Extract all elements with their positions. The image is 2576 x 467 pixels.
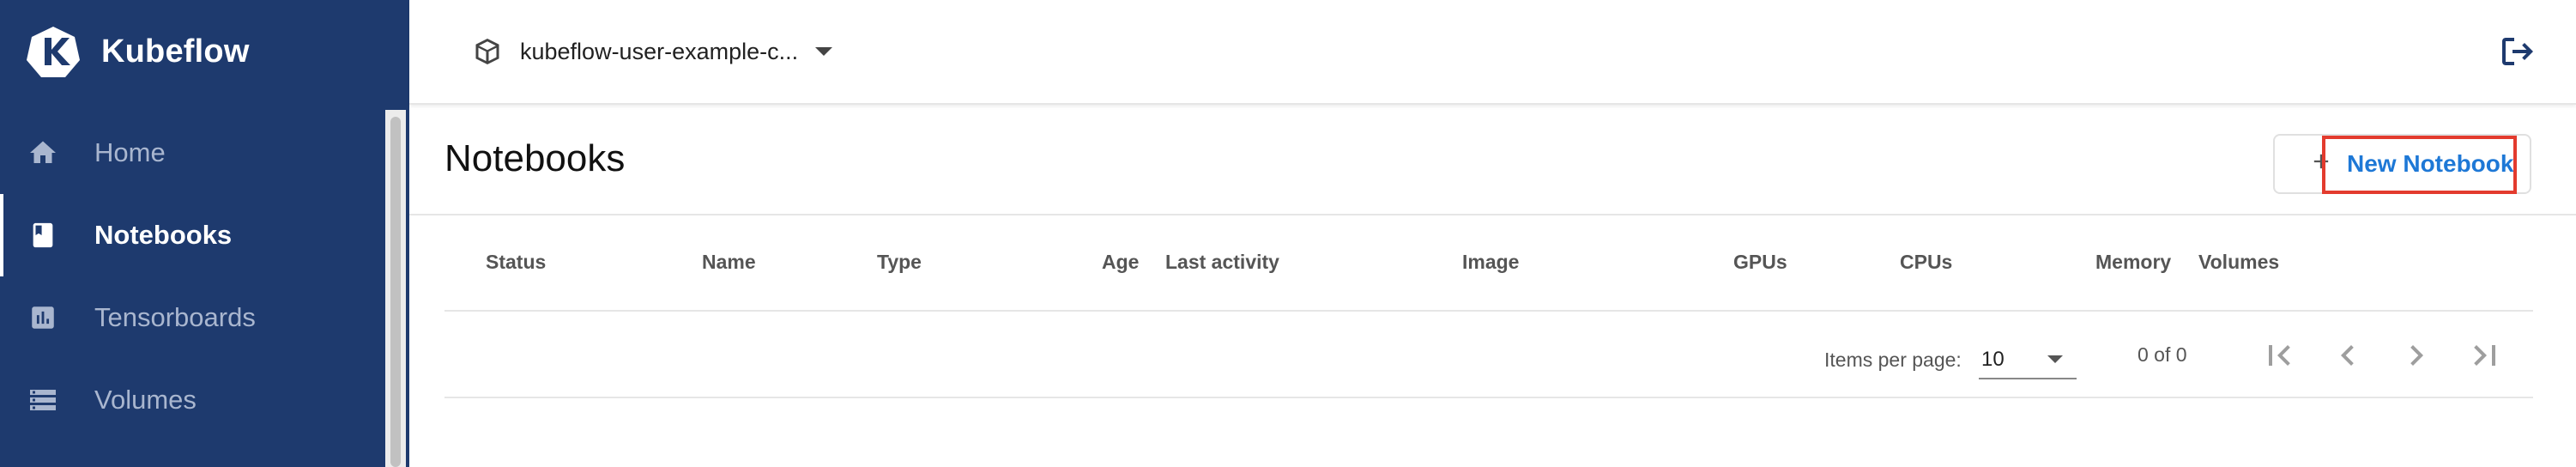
sidebar-item-label: Home	[94, 137, 166, 167]
sidebar: Kubeflow Home Notebooks Tensorboards Vol…	[0, 0, 409, 467]
sidebar-item-tensorboards[interactable]: Tensorboards	[0, 276, 385, 359]
column-header-status[interactable]: Status	[486, 251, 546, 274]
kubeflow-logo-icon	[27, 27, 80, 77]
brand[interactable]: Kubeflow	[26, 24, 250, 79]
column-header-volumes[interactable]: Volumes	[2198, 251, 2279, 274]
bar-chart-icon	[26, 300, 60, 335]
sidebar-scrollbar[interactable]	[385, 110, 406, 467]
new-notebook-button[interactable]: New Notebook	[2273, 134, 2531, 194]
sidebar-item-label: Tensorboards	[94, 302, 256, 332]
logout-button[interactable]	[2497, 31, 2538, 72]
app-title: Kubeflow	[101, 33, 250, 70]
next-page-button[interactable]	[2396, 335, 2437, 376]
plus-icon	[2313, 154, 2329, 169]
storage-icon	[26, 383, 60, 417]
previous-page-button[interactable]	[2327, 335, 2368, 376]
page-range-label: 0 of 0	[2138, 343, 2187, 366]
last-page-button[interactable]	[2464, 335, 2506, 376]
sidebar-item-notebooks[interactable]: Notebooks	[0, 194, 385, 276]
namespace-label: kubeflow-user-example-c...	[520, 38, 799, 64]
sidebar-item-label: Volumes	[94, 385, 197, 415]
namespace-selector[interactable]: kubeflow-user-example-c...	[472, 33, 833, 70]
sidebar-item-volumes[interactable]: Volumes	[0, 359, 385, 441]
last-page-icon	[2474, 345, 2495, 366]
items-per-page-select[interactable]: 10	[1979, 340, 2077, 379]
chevron-down-icon	[815, 47, 833, 56]
items-per-page-value: 10	[1981, 348, 2005, 371]
divider	[409, 214, 2576, 215]
top-bar: kubeflow-user-example-c...	[409, 0, 2576, 105]
sidebar-item-label: Notebooks	[94, 220, 233, 250]
column-header-name[interactable]: Name	[702, 251, 756, 274]
first-page-icon	[2269, 345, 2290, 366]
sidebar-item-home[interactable]: Home	[0, 112, 385, 194]
items-per-page-label: Items per page:	[1824, 349, 1962, 371]
chevron-left-icon	[2341, 345, 2354, 366]
home-icon	[26, 136, 60, 170]
column-header-type[interactable]: Type	[877, 251, 922, 274]
chevron-down-icon	[2047, 355, 2063, 363]
column-header-gpus[interactable]: GPUs	[1733, 251, 1787, 274]
logout-icon	[2502, 38, 2533, 65]
chevron-right-icon	[2410, 345, 2423, 366]
column-header-last-activity[interactable]: Last activity	[1165, 251, 1279, 274]
column-header-age[interactable]: Age	[1102, 251, 1139, 274]
column-header-memory[interactable]: Memory	[2095, 251, 2171, 274]
page-title: Notebooks	[444, 137, 626, 179]
first-page-button[interactable]	[2259, 335, 2300, 376]
divider	[444, 397, 2533, 398]
cube-icon	[475, 39, 499, 64]
column-header-image[interactable]: Image	[1462, 251, 1519, 274]
sidebar-nav: Home Notebooks Tensorboards Volumes	[0, 112, 385, 441]
divider	[444, 310, 2533, 312]
sidebar-scrollbar-thumb[interactable]	[390, 117, 401, 467]
new-notebook-label: New Notebook	[2347, 150, 2514, 177]
column-header-cpus[interactable]: CPUs	[1900, 251, 1952, 274]
book-icon	[26, 218, 60, 252]
